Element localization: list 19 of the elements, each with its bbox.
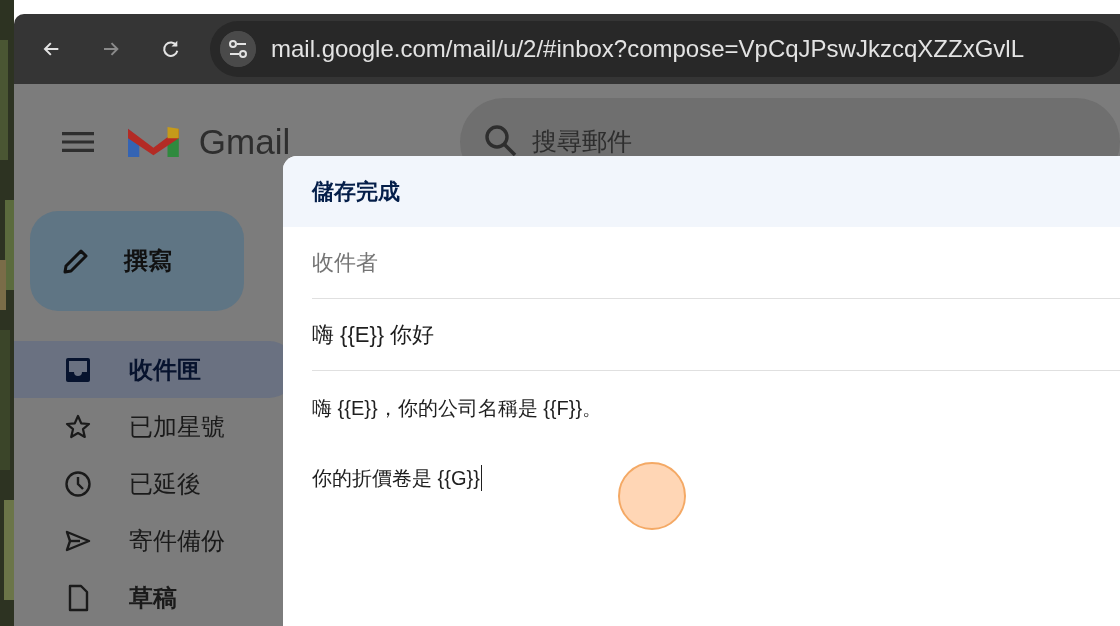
- url-text: mail.google.com/mail/u/2/#inbox?compose=VpCqJPswJkzcqXZZxGvlL: [271, 35, 1024, 63]
- search-icon[interactable]: [484, 124, 519, 158]
- address-bar[interactable]: mail.google.com/mail/u/2/#inbox?compose=VpCqJPswJkzcqXZZxGvlL: [210, 21, 1120, 77]
- sidebar-item[interactable]: 寄件備份: [14, 512, 297, 569]
- star-icon: [64, 412, 92, 441]
- compose-title: 儲存完成: [312, 177, 400, 206]
- inbox-icon: [64, 355, 92, 384]
- body-text: 嗨 {{E}}，你的公司名稱是 {{F}}。: [312, 395, 604, 421]
- body-text: 你的折價卷是 {{G}}: [312, 463, 1120, 493]
- pencil-icon: [62, 247, 90, 275]
- sidebar-item[interactable]: 草稿: [14, 569, 297, 626]
- search-field[interactable]: 搜尋郵件: [532, 124, 653, 158]
- sidebar-item[interactable]: 已加星號: [14, 398, 297, 455]
- text-cursor: [480, 465, 483, 491]
- product-name: Gmail: [198, 122, 291, 162]
- compose-button[interactable]: 撰寫: [30, 211, 244, 311]
- sidebar-item[interactable]: 已延後: [14, 455, 297, 512]
- clock-icon: [64, 469, 92, 498]
- menu-icon[interactable]: [62, 130, 94, 154]
